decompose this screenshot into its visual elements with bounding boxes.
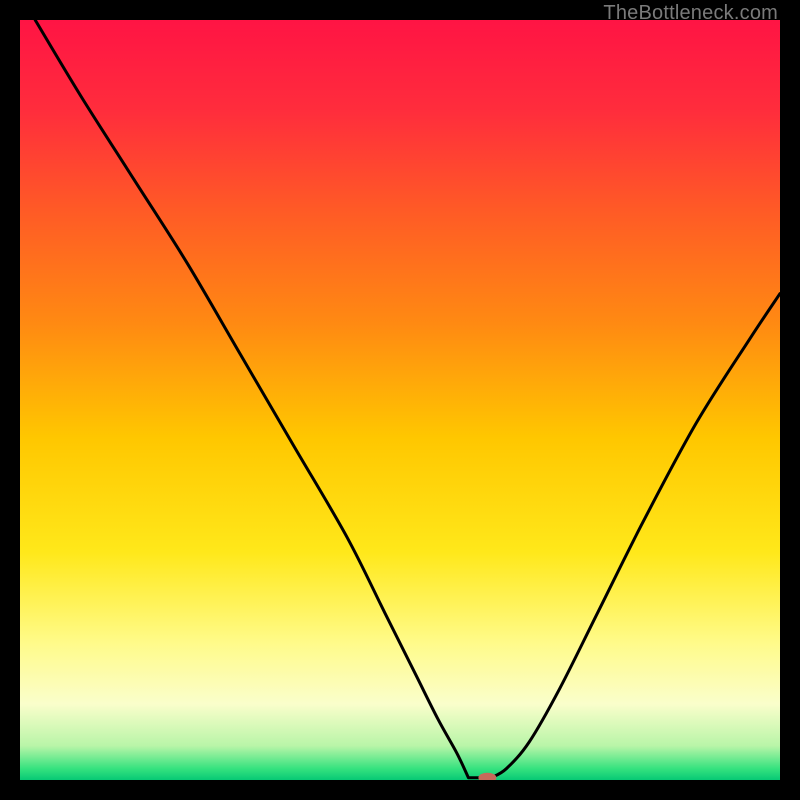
bottleneck-chart [20, 20, 780, 780]
chart-frame: TheBottleneck.com [0, 0, 800, 800]
gradient-background [20, 20, 780, 780]
plot-area [20, 20, 780, 780]
